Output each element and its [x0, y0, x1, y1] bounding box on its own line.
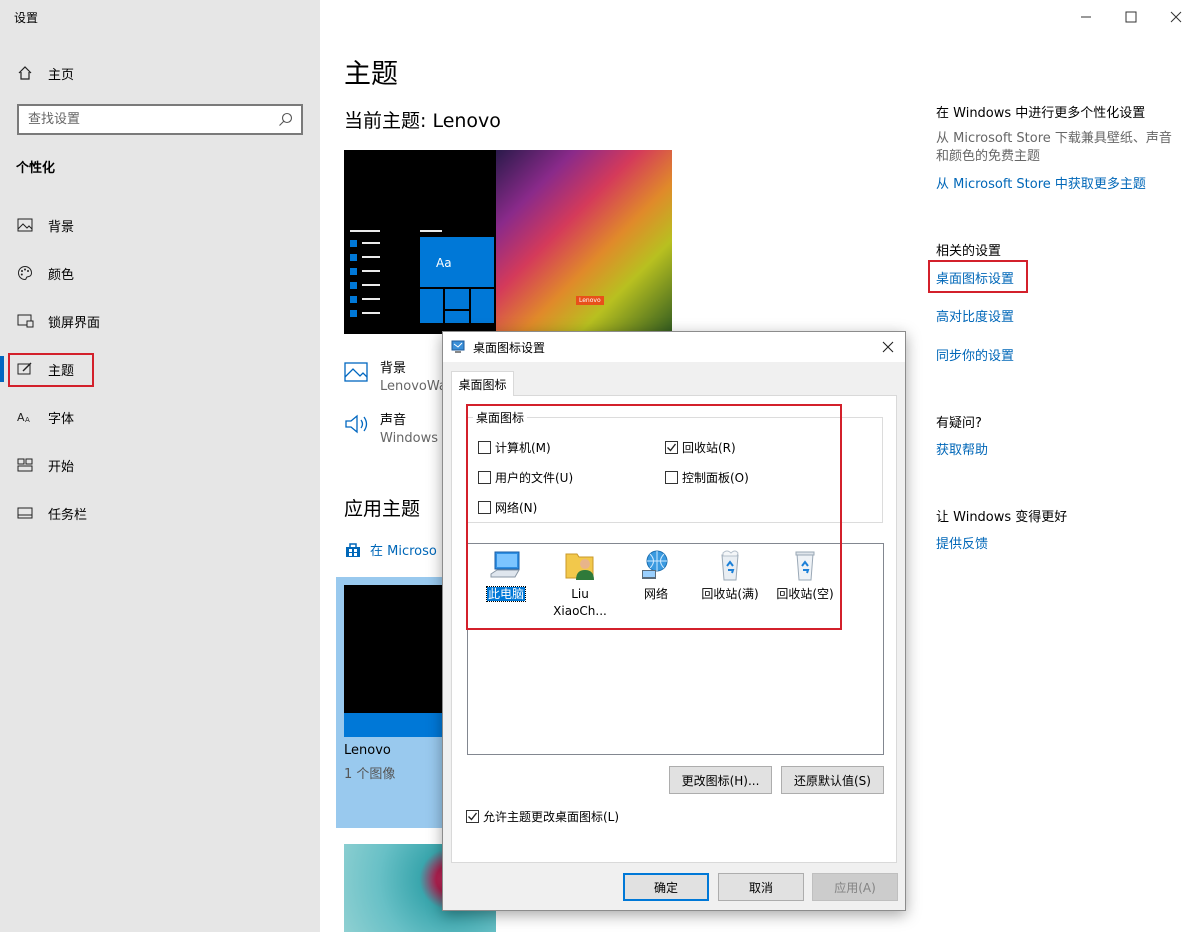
store-icon — [344, 541, 362, 559]
svg-text:A: A — [17, 411, 25, 424]
search-box[interactable] — [17, 104, 303, 135]
theme-image-count: 1 个图像 — [344, 767, 396, 782]
palette-icon — [16, 264, 34, 282]
row-title: 声音 — [380, 413, 407, 428]
sidebar-item-start[interactable]: 开始 — [16, 453, 74, 477]
sidebar-item-label: 背景 — [48, 219, 75, 235]
sidebar-item-label: 任务栏 — [48, 507, 88, 523]
sync-settings-link[interactable]: 同步你的设置 — [936, 345, 1014, 364]
active-indicator — [0, 356, 4, 382]
lenovo-logo: Lenovo — [576, 296, 604, 305]
theme-row-sounds[interactable]: 声音 Windows — [344, 409, 438, 446]
picture-icon — [16, 216, 34, 234]
make-better-title: 让 Windows 变得更好 — [936, 510, 1068, 525]
store-link-text: 在 Microso — [370, 544, 437, 559]
maximize-icon[interactable] — [1121, 8, 1141, 26]
highlight-box-themes — [8, 353, 94, 387]
checkbox-allow-themes[interactable]: 允许主题更改桌面图标(L) — [466, 808, 619, 825]
close-icon[interactable] — [1166, 8, 1186, 26]
page-title: 主题 — [344, 59, 398, 90]
sidebar-item-label: 主页 — [48, 67, 75, 83]
speaker-icon — [344, 411, 370, 437]
feedback-link[interactable]: 提供反馈 — [936, 533, 988, 552]
theme-thumbnail — [344, 585, 444, 737]
start-icon — [16, 456, 34, 474]
tab-desktop-icons[interactable]: 桌面图标 — [451, 371, 514, 396]
cancel-button[interactable]: 取消 — [718, 873, 804, 901]
row-title: 背景 — [380, 361, 407, 376]
dialog-titlebar[interactable]: 桌面图标设置 — [443, 332, 905, 362]
font-icon: AA — [16, 408, 34, 426]
taskbar-icon — [16, 504, 34, 522]
change-icon-button[interactable]: 更改图标(H)... — [669, 766, 772, 794]
row-value: LenovoWa — [380, 379, 447, 394]
sidebar: 设置 主页 个性化 背景 颜色 锁屏界面 主题 — [0, 0, 320, 932]
ok-button[interactable]: 确定 — [623, 873, 709, 901]
sidebar-item-label: 锁屏界面 — [48, 315, 101, 331]
sidebar-item-background[interactable]: 背景 — [16, 213, 74, 237]
checkbox-label: 允许主题更改桌面图标(L) — [483, 810, 620, 824]
theme-row-background[interactable]: 背景 LenovoWa — [344, 357, 447, 394]
sidebar-item-lockscreen[interactable]: 锁屏界面 — [16, 309, 100, 333]
dialog-close-icon[interactable] — [879, 338, 897, 356]
picture-icon — [344, 359, 370, 385]
section-heading-app-themes: 应用主题 — [344, 498, 421, 520]
lock-screen-icon — [16, 312, 34, 330]
sidebar-item-fonts[interactable]: AA 字体 — [16, 405, 74, 429]
theme-preview: Aa Lenovo — [344, 150, 672, 334]
search-icon[interactable] — [278, 112, 293, 131]
get-more-themes-link[interactable]: 从 Microsoft Store 中获取更多主题 — [936, 173, 1146, 192]
high-contrast-link[interactable]: 高对比度设置 — [936, 306, 1014, 325]
row-value: Windows — [380, 431, 439, 446]
apply-button[interactable]: 应用(A) — [812, 873, 898, 901]
checkbox-box[interactable] — [466, 810, 479, 823]
theme-name: Lenovo — [344, 743, 391, 758]
search-input[interactable] — [19, 106, 259, 133]
desktop-icon-settings-dialog: 桌面图标设置 桌面图标 桌面图标 计算机(M) 回收站(R) 用户的文件(U) … — [442, 331, 906, 911]
sidebar-item-label: 颜色 — [48, 267, 75, 283]
home-icon — [16, 64, 34, 82]
get-help-link[interactable]: 获取帮助 — [936, 439, 988, 458]
dialog-app-icon — [451, 340, 465, 354]
more-personalization-desc: 从 Microsoft Store 下载兼具壁纸、声音和颜色的免费主题 — [936, 131, 1172, 164]
dialog-title: 桌面图标设置 — [473, 340, 546, 355]
question-title: 有疑问? — [936, 416, 982, 431]
sidebar-item-taskbar[interactable]: 任务栏 — [16, 501, 87, 525]
sidebar-item-label: 字体 — [48, 411, 75, 427]
app-title: 设置 — [14, 11, 39, 25]
store-link[interactable]: 在 Microso — [344, 540, 437, 559]
more-personalization-title: 在 Windows 中进行更多个性化设置 — [936, 106, 1146, 121]
checkmark-icon — [468, 812, 478, 821]
preview-tile-text: Aa — [436, 256, 452, 270]
theme-card-lenovo[interactable]: Lenovo 1 个图像 — [336, 577, 444, 828]
highlight-box-dialog — [466, 404, 842, 630]
restore-default-button[interactable]: 还原默认值(S) — [781, 766, 884, 794]
current-theme-label: 当前主题: Lenovo — [344, 110, 501, 132]
highlight-box-desktop-icons — [928, 260, 1028, 293]
related-settings-title: 相关的设置 — [936, 244, 1002, 259]
minimize-icon[interactable] — [1076, 8, 1096, 26]
sidebar-item-home[interactable]: 主页 — [16, 61, 74, 85]
preview-wallpaper — [496, 150, 672, 334]
sidebar-item-colors[interactable]: 颜色 — [16, 261, 74, 285]
svg-text:A: A — [25, 416, 30, 424]
sidebar-item-label: 开始 — [48, 459, 75, 475]
section-heading: 个性化 — [16, 161, 56, 176]
